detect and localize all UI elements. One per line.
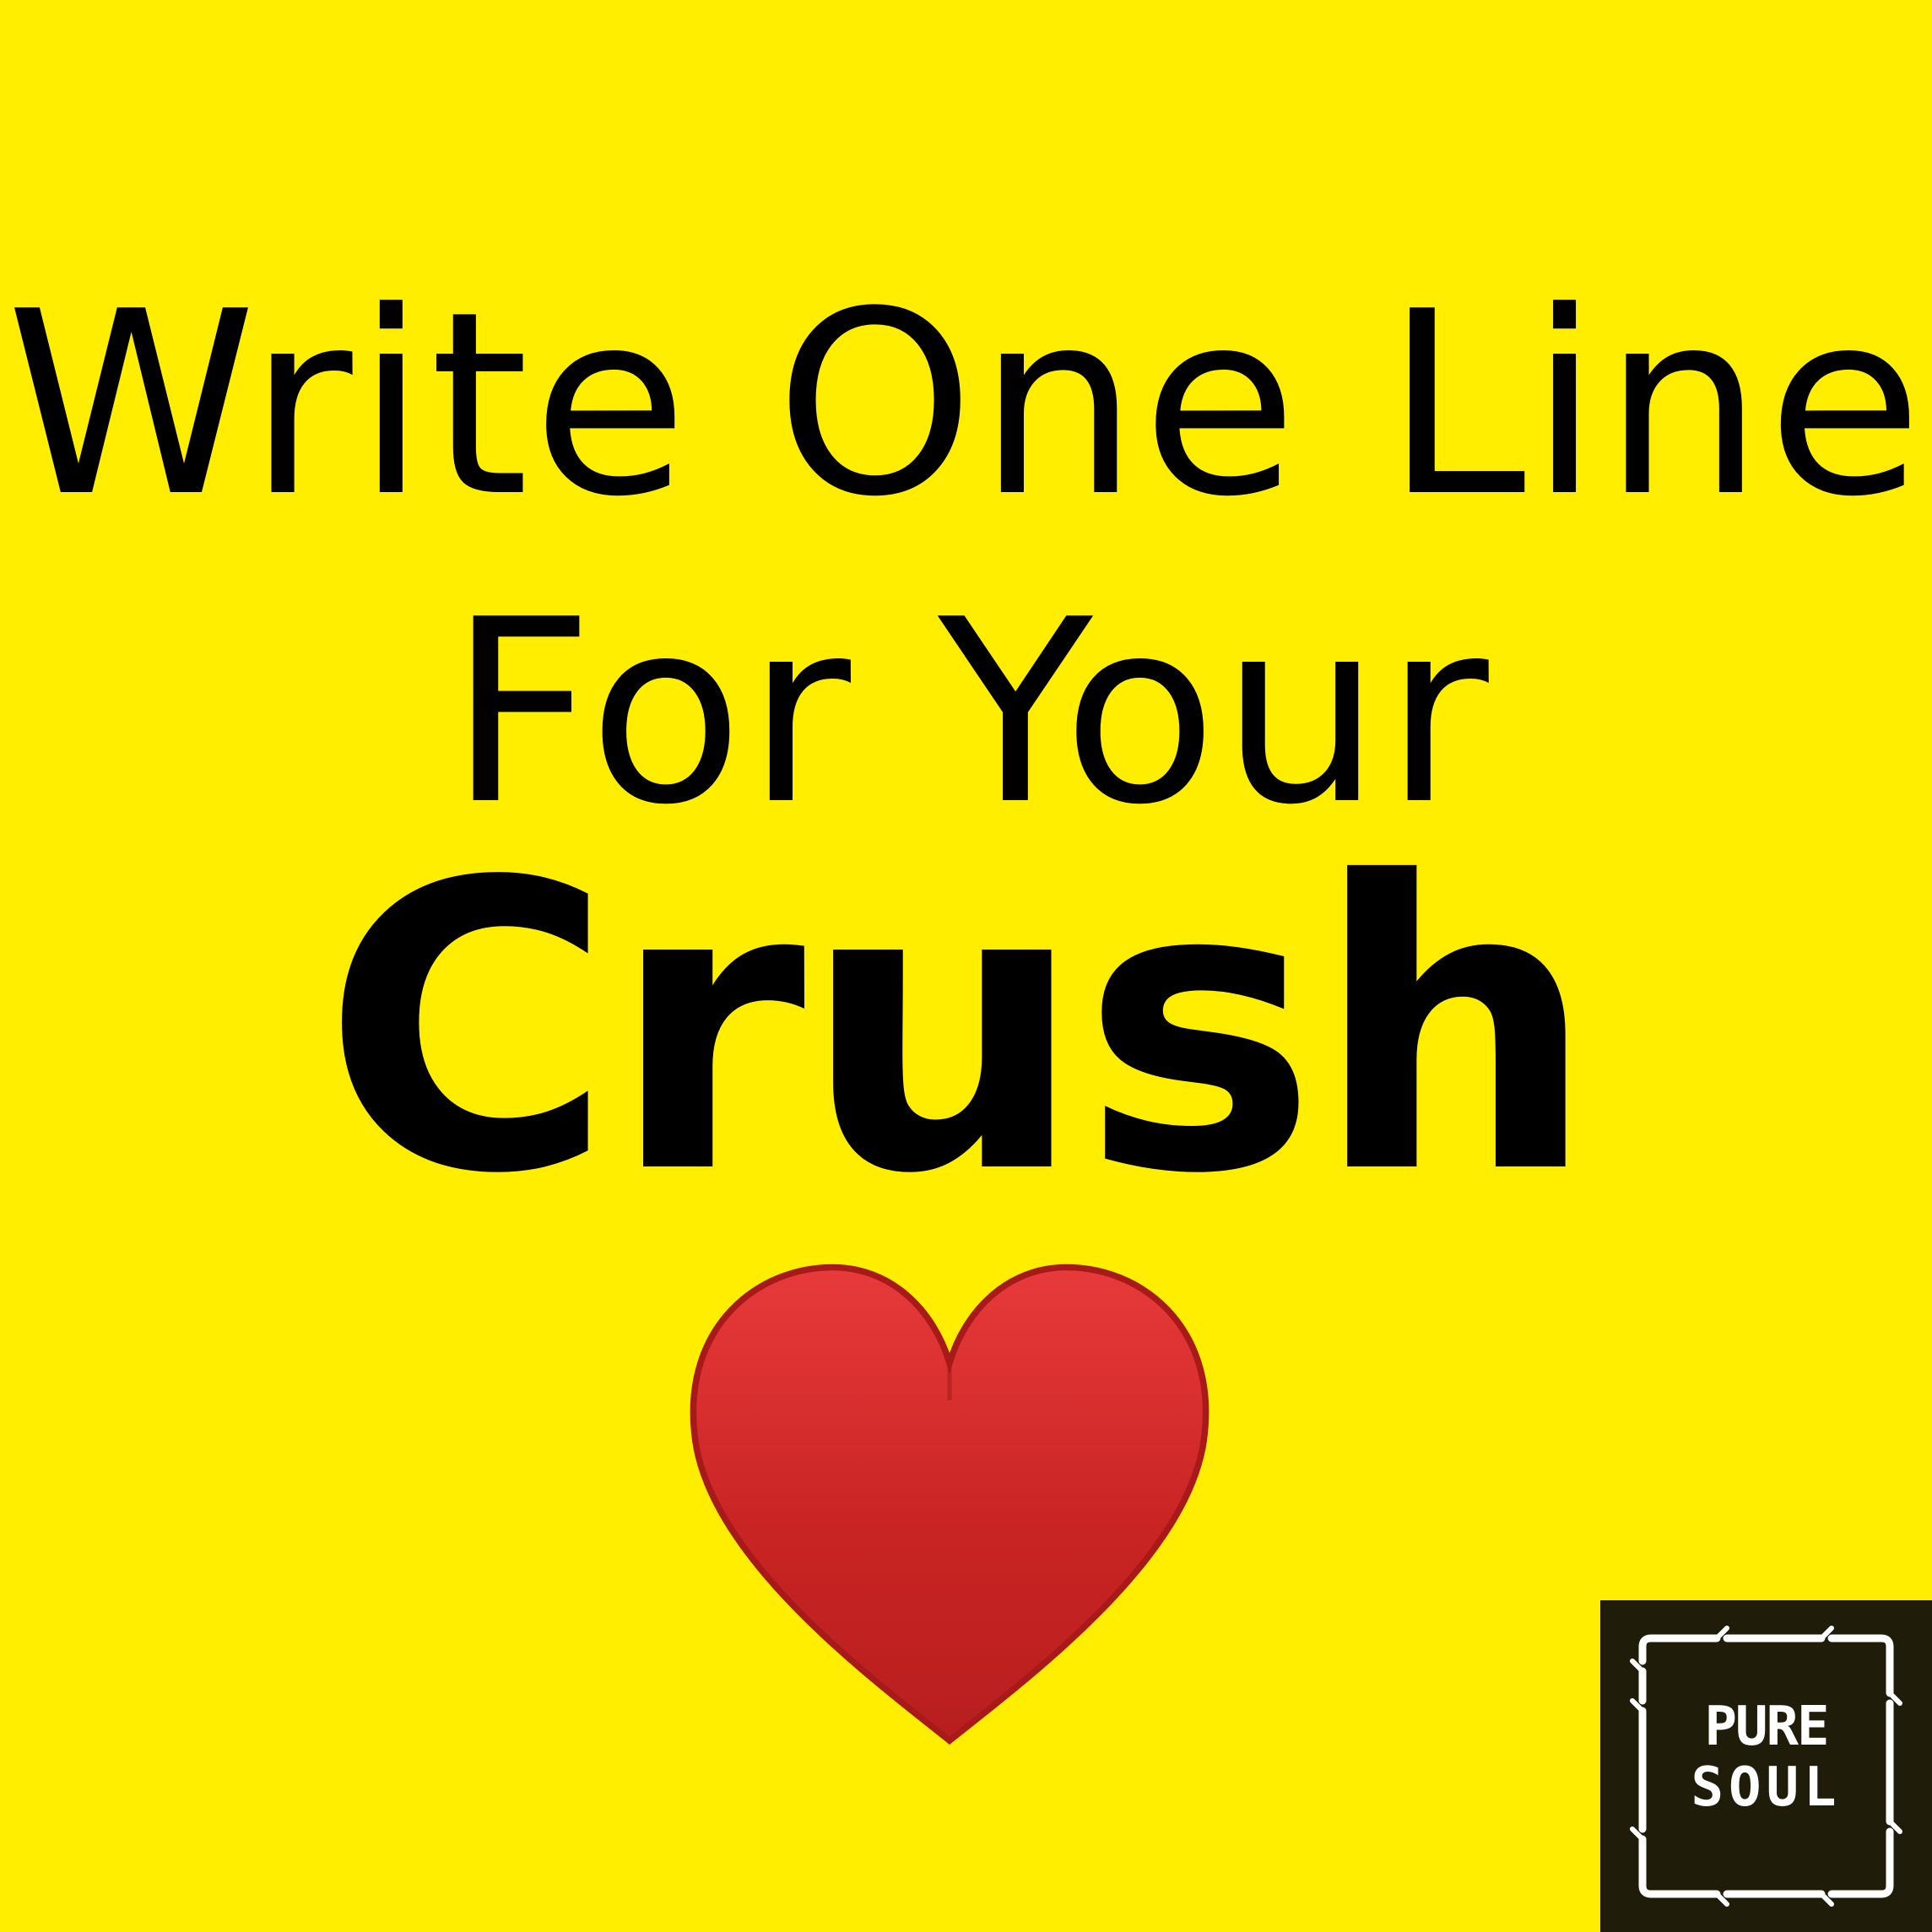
logo-text-soul: SOUL <box>1691 1756 1842 1819</box>
headline-line-3: Crush <box>322 798 1597 1260</box>
heart-icon <box>690 1264 1210 1745</box>
logo-text-pure: PURE <box>1704 1696 1829 1758</box>
headline-line-1: Write One Line <box>6 257 1926 552</box>
pure-soul-logo: PURE SOUL <box>1600 1600 1932 1932</box>
poster-canvas: Write One Line For Your Crush PURE SOUL <box>0 0 1932 1932</box>
